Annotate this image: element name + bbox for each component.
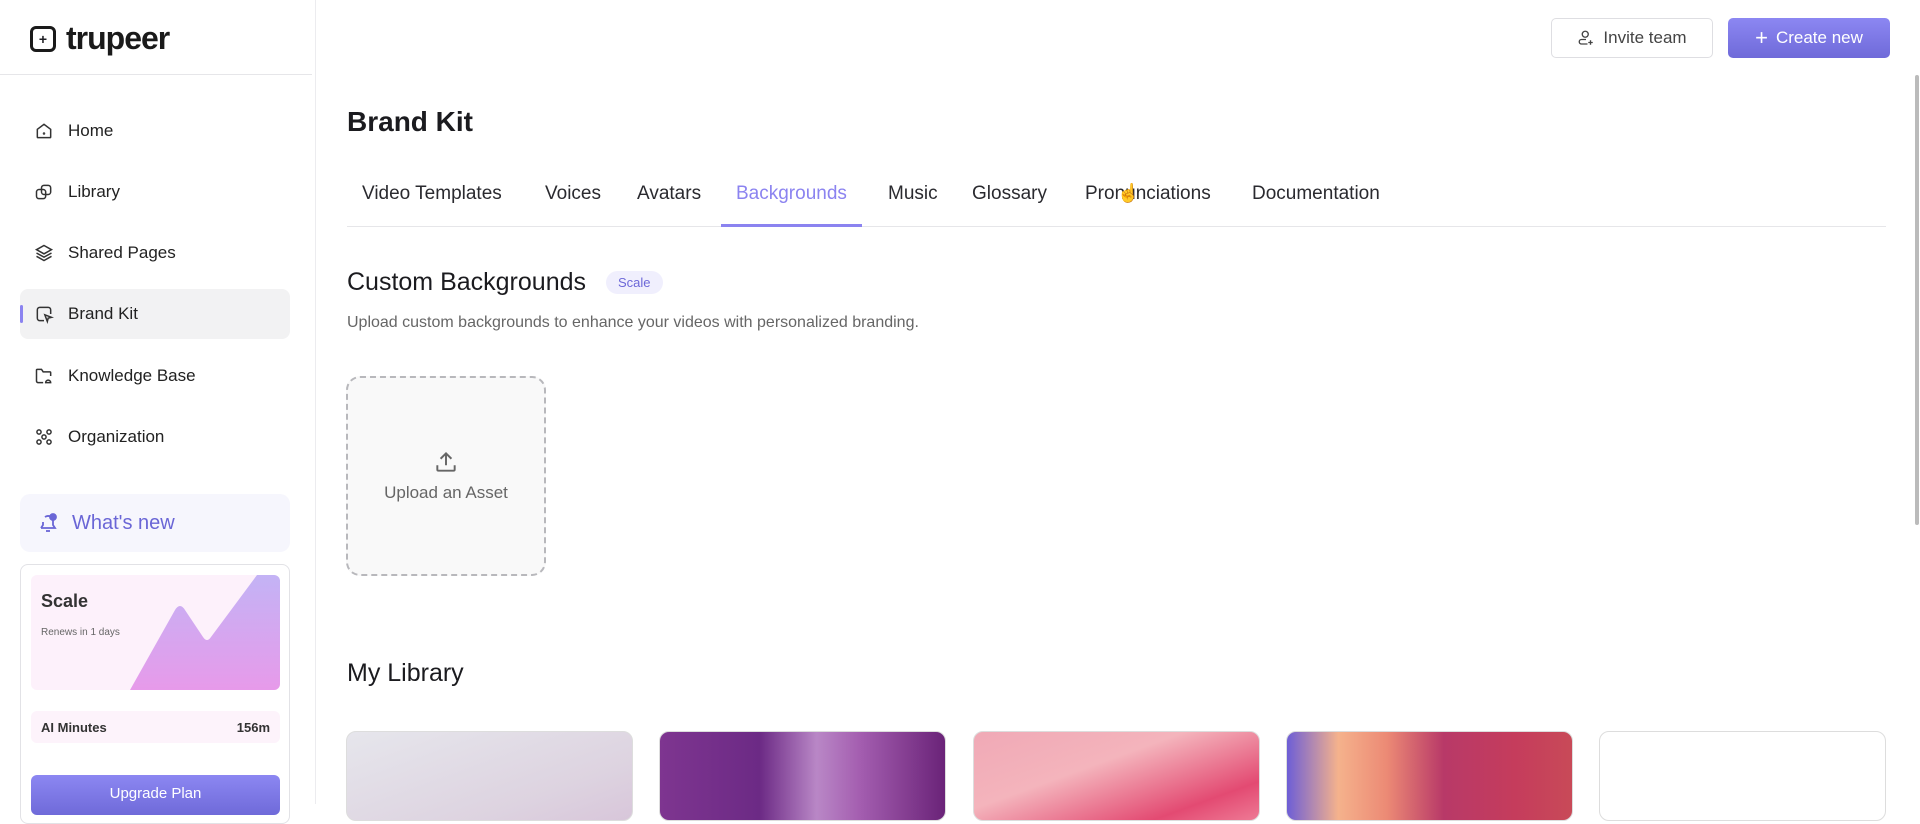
tab-glossary[interactable]: Glossary — [957, 183, 1062, 227]
scrollbar[interactable] — [1915, 75, 1919, 525]
tab-documentation[interactable]: Documentation — [1237, 183, 1395, 227]
library-item[interactable] — [1286, 731, 1573, 821]
sidebar-item-label: Knowledge Base — [68, 366, 196, 385]
upgrade-plan-button[interactable]: Upgrade Plan — [31, 775, 280, 815]
sidebar-item-knowledge-base[interactable]: Knowledge Base — [20, 351, 290, 401]
sidebar-item-label: Home — [68, 121, 114, 140]
page-title: Brand Kit — [347, 106, 473, 137]
tab-music[interactable]: Music — [873, 183, 953, 227]
logo-icon: + — [30, 25, 56, 52]
sidebar-item-shared-pages[interactable]: Shared Pages — [20, 228, 290, 278]
plan-graphic-icon — [130, 575, 280, 690]
plan-renewal: Renews in 1 days — [41, 627, 120, 638]
sidebar-item-organization[interactable]: Organization — [20, 412, 290, 462]
sidebar: + trupeer Home Library Shared Pages Bran… — [0, 0, 316, 824]
invite-team-button[interactable]: Invite team — [1551, 18, 1713, 58]
whats-new-button[interactable]: What's new — [20, 494, 290, 552]
ai-minutes-value: 156m — [236, 719, 270, 735]
plus-icon: + — [1755, 25, 1768, 50]
plan-hero: Scale Renews in 1 days — [31, 575, 280, 690]
upload-asset-label: Upload an Asset — [384, 483, 508, 502]
tab-backgrounds[interactable]: Backgrounds — [721, 183, 862, 227]
plan-badge: Scale — [606, 271, 663, 294]
home-icon — [36, 123, 52, 139]
brand-kit-icon — [36, 306, 54, 324]
hand-cursor-icon: ☝ — [1117, 183, 1140, 203]
library-item[interactable] — [973, 731, 1260, 821]
create-new-label: Create new — [1775, 28, 1863, 47]
sidebar-item-label: Shared Pages — [68, 243, 176, 262]
whats-new-label: What's new — [72, 511, 175, 534]
layers-icon — [34, 244, 54, 262]
sidebar-item-label: Organization — [68, 427, 165, 446]
plan-card: Scale Renews in 1 days AI Minutes 156m U… — [20, 564, 290, 824]
organization-icon — [36, 429, 52, 445]
tab-avatars[interactable]: Avatars — [622, 183, 716, 227]
create-new-button[interactable]: + Create new — [1728, 18, 1890, 58]
upload-icon — [436, 451, 456, 472]
sidebar-item-library[interactable]: Library — [20, 167, 290, 217]
invite-team-label: Invite team — [1603, 28, 1687, 47]
tab-voices[interactable]: Voices — [530, 183, 616, 227]
sidebar-item-label: Brand Kit — [68, 304, 138, 323]
sidebar-item-brand-kit[interactable]: Brand Kit — [20, 289, 290, 339]
library-item[interactable] — [346, 731, 633, 821]
logo-text: trupeer — [66, 20, 170, 56]
library-icon — [35, 184, 52, 200]
divider — [0, 74, 312, 75]
custom-backgrounds-description: Upload custom backgrounds to enhance you… — [347, 314, 919, 331]
user-plus-icon — [1579, 30, 1594, 45]
ai-minutes-row: AI Minutes 156m — [31, 711, 280, 743]
folder-icon — [35, 368, 52, 384]
tab-pronunciations[interactable]: Pronunciations — [1070, 183, 1226, 227]
bell-icon — [40, 513, 57, 532]
sidebar-item-home[interactable]: Home — [20, 106, 290, 156]
library-item[interactable] — [659, 731, 946, 821]
ai-minutes-label: AI Minutes — [41, 719, 107, 735]
my-library-heading: My Library — [347, 659, 464, 687]
tab-video-templates[interactable]: Video Templates — [347, 183, 517, 227]
plan-name: Scale — [41, 591, 89, 611]
logo[interactable]: + trupeer — [30, 20, 170, 57]
sidebar-item-label: Library — [68, 182, 120, 201]
upload-asset-button[interactable]: Upload an Asset — [346, 376, 546, 576]
custom-backgrounds-heading: Custom Backgrounds — [347, 268, 587, 296]
library-item[interactable] — [1599, 731, 1886, 821]
